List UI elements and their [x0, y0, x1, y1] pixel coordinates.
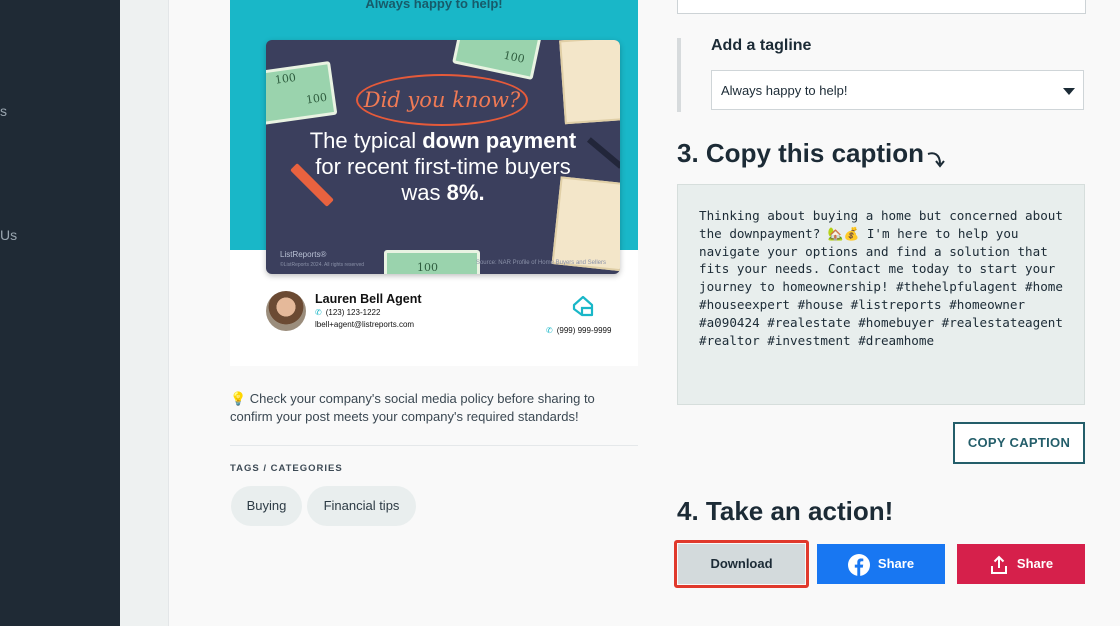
post-headline: The typical down payment for recent firs… — [309, 128, 577, 205]
sidebar-item-label[interactable]: s — [0, 103, 7, 119]
divider — [230, 445, 638, 446]
action-heading: 4. Take an action! — [677, 496, 894, 526]
tagline-select[interactable]: Always happy to help! — [711, 70, 1084, 110]
avatar — [266, 291, 306, 331]
brand-logo: ListReports® — [280, 250, 327, 259]
sidebar-item-label[interactable]: Us — [0, 227, 17, 243]
post-preview-card: Always happy to help! 100 100 100 100 Did… — [230, 0, 638, 366]
tagline-select-value: Always happy to help! — [721, 83, 848, 98]
document-illustration — [559, 40, 620, 125]
source-note: Source: NAR Profile of Home Buyers and S… — [475, 260, 606, 266]
policy-tip: 💡 Check your company's social media poli… — [230, 391, 595, 424]
tagline-label: Add a tagline — [711, 37, 812, 54]
sidebar: s Us — [0, 0, 120, 626]
post-image-background: Always happy to help! 100 100 100 100 Did… — [230, 0, 638, 274]
caption-text: Thinking about buying a home but concern… — [677, 184, 1085, 405]
chevron-down-icon — [1063, 88, 1075, 95]
phone-icon: ✆ — [315, 308, 322, 317]
company-logo-icon — [572, 295, 594, 317]
download-button[interactable]: Download — [678, 544, 805, 584]
company-phone: ✆ (999) 999-9999 — [546, 326, 612, 335]
agent-info: Lauren Bell Agent ✆ (123) 123-1222 lbell+… — [266, 291, 626, 341]
brand-copyright: ©ListReports 2024. All rights reserved — [280, 262, 365, 268]
facebook-share-button[interactable]: Share — [817, 544, 945, 584]
tag-chip[interactable]: Buying — [231, 486, 302, 526]
money-illustration: 100 — [384, 250, 480, 274]
agent-phone: ✆ (123) 123-1222 — [315, 308, 381, 317]
did-you-know-badge: Did you know? — [356, 74, 528, 126]
tag-chip[interactable]: Financial tips — [307, 486, 416, 526]
curved-arrow-icon — [927, 152, 945, 168]
money-illustration: 100 100 — [266, 60, 338, 126]
copy-caption-button[interactable]: COPY CAPTION — [953, 422, 1085, 464]
previous-input-field[interactable] — [677, 0, 1086, 14]
tags-title: TAGS / CATEGORIES — [230, 463, 343, 474]
caption-heading: 3. Copy this caption — [677, 138, 925, 168]
post-tagline: Always happy to help! — [365, 0, 503, 11]
upload-share-icon — [990, 555, 1007, 574]
share-button[interactable]: Share — [957, 544, 1085, 584]
section-indent-bar — [677, 38, 681, 112]
agent-email: lbell+agent@listreports.com — [315, 320, 415, 329]
post-graphic: 100 100 100 100 Did you know? The typical… — [266, 40, 620, 274]
facebook-icon — [847, 553, 870, 576]
agent-name: Lauren Bell Agent — [315, 292, 422, 306]
side-rail — [120, 0, 169, 626]
phone-icon: ✆ — [546, 326, 553, 335]
pen-illustration — [586, 137, 620, 169]
